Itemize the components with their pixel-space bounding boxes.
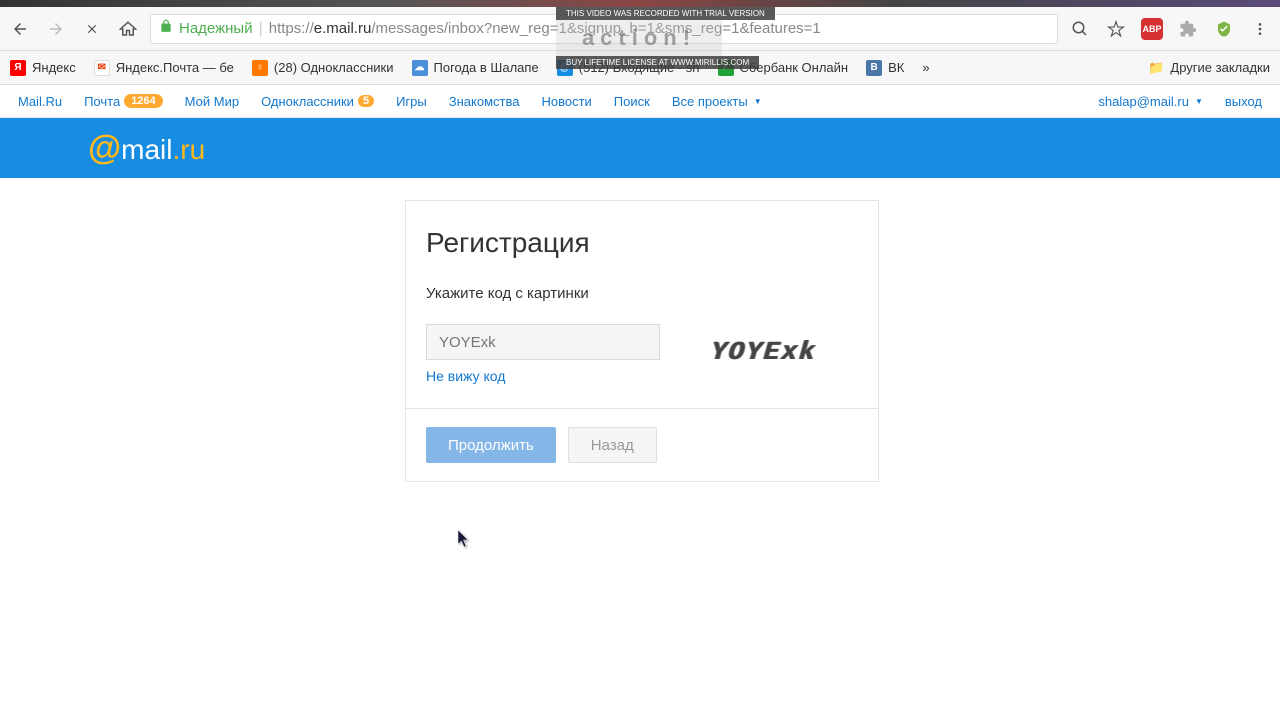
bookmark-vk[interactable]: BВК [866,60,904,76]
bookmark-ok[interactable]: ♀(28) Одноклассники [252,60,394,76]
watermark-top: THIS VIDEO WAS RECORDED WITH TRIAL VERSI… [556,7,775,20]
abp-icon[interactable]: ABP [1138,15,1166,43]
logo[interactable]: @mail.ru [88,129,205,168]
nav-myworld[interactable]: Мой Мир [185,94,239,109]
content: Регистрация Укажите код с картинки Не ви… [0,178,1280,482]
card-title: Регистрация [426,227,858,259]
forward-button[interactable] [42,15,70,43]
card-subtitle: Укажите код с картинки [426,285,858,302]
home-button[interactable] [114,15,142,43]
lock-icon [159,19,173,38]
watermark-bottom: BUY LIFETIME LICENSE AT WWW.MIRILLIS.COM [556,56,759,69]
bookmark-yandex-mail[interactable]: ✉Яндекс.Почта — бе [94,60,234,76]
nav-mail[interactable]: Почта1264 [84,94,163,109]
cursor-icon [458,530,472,548]
logout-link[interactable]: выход [1225,94,1262,109]
chevron-down-icon: ▼ [754,97,762,106]
star-icon[interactable] [1102,15,1130,43]
bookmark-other[interactable]: 📁Другие закладки [1148,60,1270,76]
mail-header: @mail.ru [0,118,1280,178]
menu-icon[interactable] [1246,15,1274,43]
registration-card: Регистрация Укажите код с картинки Не ви… [405,200,879,482]
nav-games[interactable]: Игры [396,94,427,109]
nav-projects[interactable]: Все проекты▼ [672,94,762,109]
chevron-down-icon: ▼ [1195,97,1203,106]
bookmark-weather[interactable]: ☁Погода в Шалапе [412,60,539,76]
nav-ok[interactable]: Одноклассники5 [261,94,374,109]
cant-see-link[interactable]: Не вижу код [426,368,660,384]
nav-mailru[interactable]: Mail.Ru [18,94,62,109]
captcha-input[interactable] [426,324,660,360]
url-text: https://e.mail.ru/messages/inbox?new_reg… [269,20,821,37]
tab-strip [0,0,1280,7]
bookmark-more[interactable]: » [922,60,929,75]
back-button[interactable] [6,15,34,43]
back-button[interactable]: Назад [568,427,657,463]
user-email[interactable]: shalap@mail.ru▼ [1098,94,1202,109]
portal-nav: Mail.Ru Почта1264 Мой Мир Одноклассники5… [0,85,1280,118]
continue-button[interactable]: Продолжить [426,427,556,463]
shield-icon[interactable] [1210,15,1238,43]
captcha-image: YOYExk [682,324,847,380]
nav-news[interactable]: Новости [541,94,591,109]
nav-search[interactable]: Поиск [614,94,650,109]
nav-dating[interactable]: Знакомства [449,94,520,109]
extension-icon[interactable] [1174,15,1202,43]
folder-icon: 📁 [1148,60,1164,76]
secure-label: Надежный [179,20,253,37]
stop-button[interactable] [78,15,106,43]
watermark-brand: action! [556,20,722,56]
zoom-icon[interactable] [1066,15,1094,43]
bookmark-yandex[interactable]: ЯЯндекс [10,60,76,76]
